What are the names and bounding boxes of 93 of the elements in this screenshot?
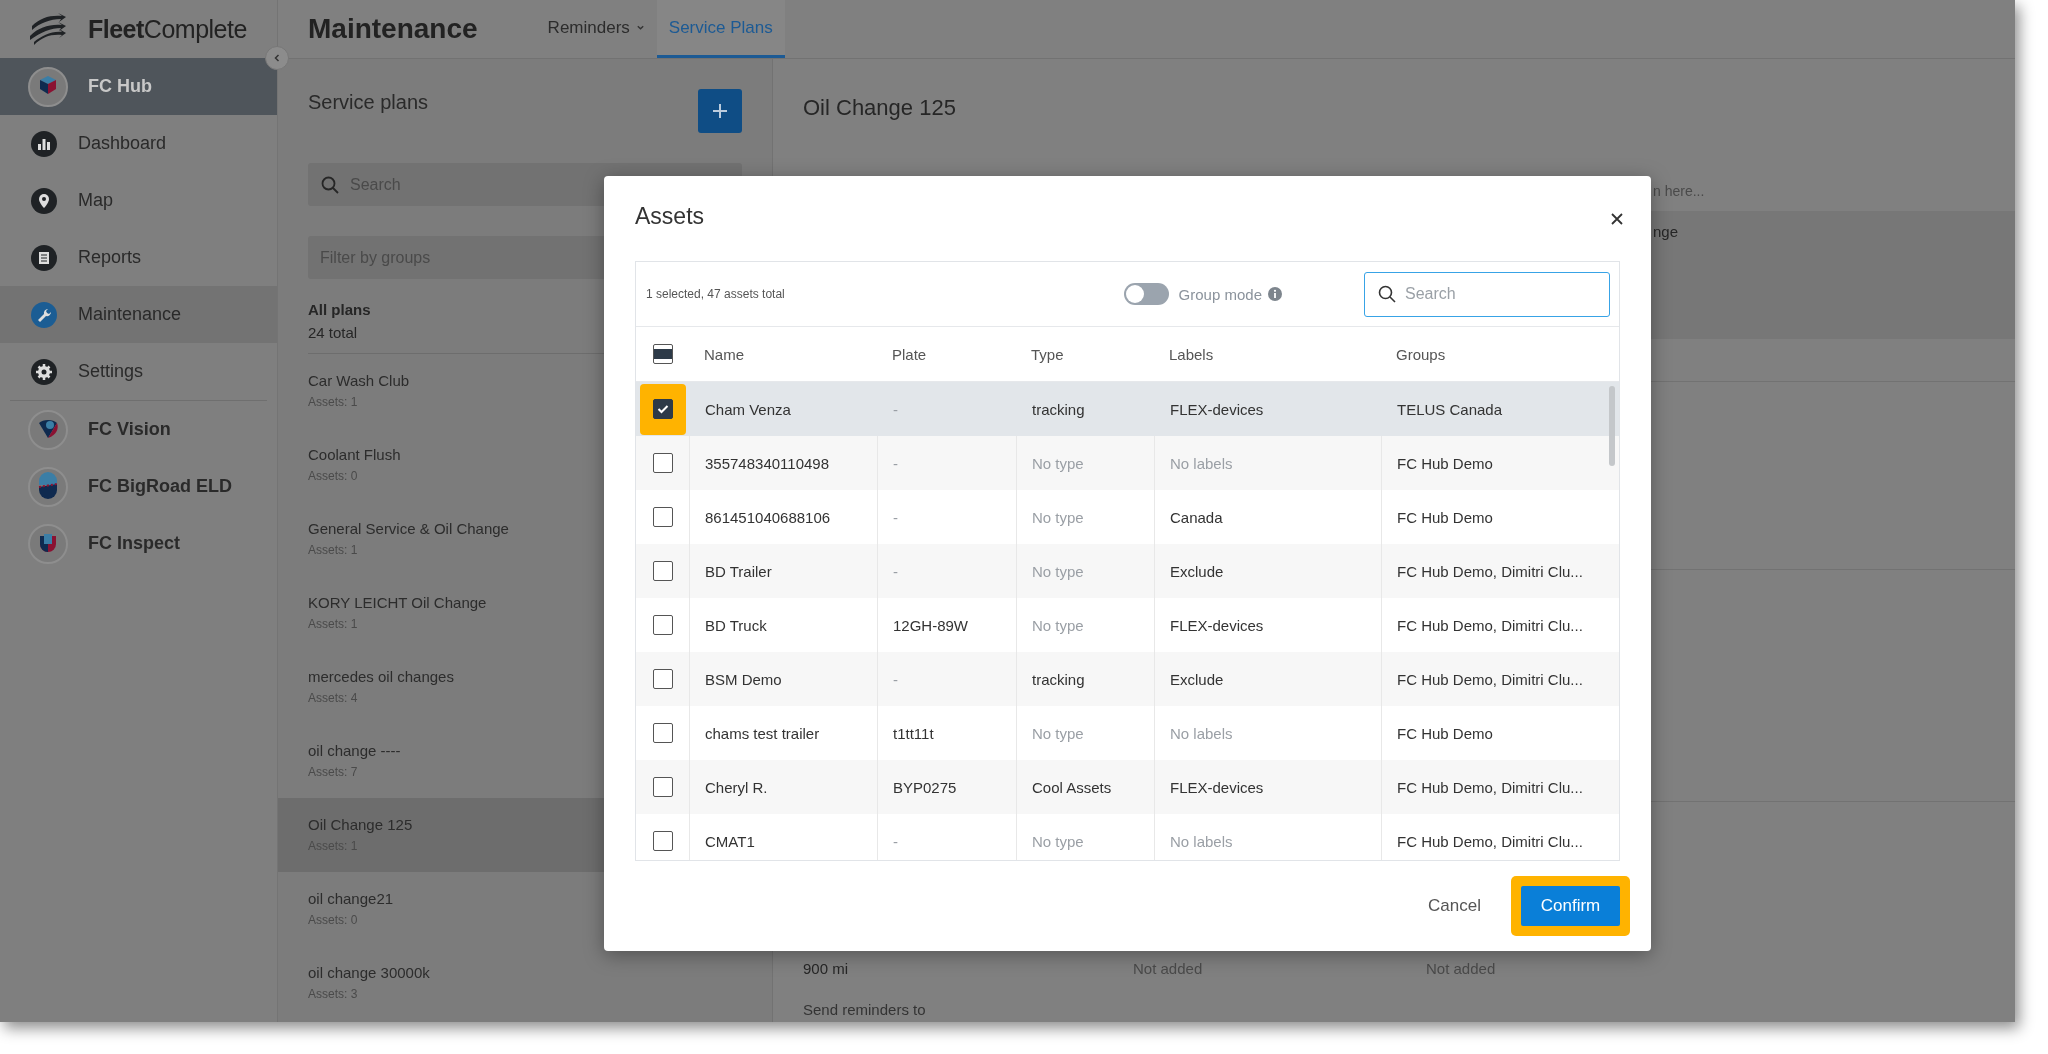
panel-title: Service plans: [308, 91, 429, 114]
table-cell: FC Hub Demo, Dimitri Clu...: [1381, 652, 1606, 706]
band-text: nge: [1653, 223, 1679, 240]
table-cell-text: Cham Venza: [704, 399, 792, 420]
plus-icon: [711, 102, 729, 120]
tab[interactable]: Service Plans: [656, 0, 785, 58]
sidebar-item[interactable]: FC BigRoad ELD: [0, 458, 277, 515]
document-icon: [30, 243, 58, 272]
close-icon: [1610, 211, 1624, 226]
sidebar-item[interactable]: FC Vision: [0, 401, 277, 458]
app-logo-icon: [28, 409, 68, 450]
info-icon[interactable]: [1268, 287, 1282, 301]
plan-title: Oil Change 125: [803, 95, 957, 122]
row-checkbox[interactable]: [652, 399, 673, 419]
table-cell: No type: [1016, 814, 1154, 860]
column-header: Name: [703, 345, 745, 363]
sidebar-item[interactable]: Map: [0, 172, 277, 229]
sidebar-item[interactable]: Dashboard: [0, 115, 277, 172]
table-cell: No labels: [1154, 814, 1381, 860]
table-cell: FC Hub Demo, Dimitri Clu...: [1381, 544, 1606, 598]
sidebar-item[interactable]: FC Inspect: [0, 515, 277, 572]
app-logo-icon: [28, 523, 68, 564]
table-cell: FC Hub Demo: [1381, 436, 1606, 490]
row-checkbox[interactable]: [652, 777, 673, 797]
cancel-button[interactable]: Cancel: [1412, 886, 1497, 926]
table-cell: -: [877, 652, 1016, 706]
add-button[interactable]: [698, 89, 742, 133]
dialog-title: Assets: [635, 203, 705, 230]
table-cell: Cool Assets: [1016, 760, 1154, 814]
table-row[interactable]: BD Trailer - No type Exclude FC Hub Demo, Dimitri Clu...: [636, 544, 1619, 598]
table-cell: 355748340110498: [689, 436, 877, 490]
bar-chart-icon: [30, 129, 58, 158]
row-checkbox[interactable]: [652, 831, 673, 851]
sidebar-item[interactable]: Settings: [0, 343, 277, 400]
row-checkbox[interactable]: [652, 561, 673, 581]
table-cell: FLEX-devices: [1154, 760, 1381, 814]
table-cell-text: tracking: [1031, 399, 1086, 420]
tab[interactable]: Reminders: [535, 0, 657, 58]
table-cell: No type: [1016, 436, 1154, 490]
table-cell: -: [877, 814, 1016, 860]
scrollbar-thumb[interactable]: [1609, 386, 1615, 466]
table-cell: Exclude: [1154, 652, 1381, 706]
table-row[interactable]: 355748340110498 - No type No labels FC Hub Demo: [636, 436, 1619, 490]
table-cell-text: -: [892, 399, 899, 420]
row-checkbox[interactable]: [652, 615, 673, 635]
search-field[interactable]: Search: [1364, 271, 1610, 317]
table-cell: Cheryl R.: [689, 760, 877, 814]
table-cell: BSM Demo: [689, 652, 877, 706]
table-cell: FC Hub Demo, Dimitri Clu...: [1381, 814, 1606, 860]
row-checkbox[interactable]: [652, 507, 673, 527]
confirm-button[interactable]: Confirm: [1521, 886, 1620, 926]
list-heading: All plans: [308, 301, 372, 318]
group-mode-toggle[interactable]: [1123, 283, 1169, 305]
table-cell: No type: [1016, 544, 1154, 598]
table-cell: -: [877, 436, 1016, 490]
section-label: Send reminders to: [803, 1001, 927, 1018]
page-title: Maintenance: [308, 13, 478, 45]
table-row[interactable]: BSM Demo - tracking Exclude FC Hub Demo, Dimitri Clu...: [636, 652, 1619, 706]
table-cell-text: TELUS Canada: [1396, 399, 1504, 420]
table-row[interactable]: Cheryl R. BYP0275 Cool Assets FLEX-devices FC Hub Demo, Dimitri Clu...: [636, 760, 1619, 814]
map-pin-icon: [30, 186, 58, 215]
app-logo-icon: [28, 66, 68, 107]
table-cell: BD Trailer: [689, 544, 877, 598]
table-cell: tracking: [1016, 652, 1154, 706]
interval-value: 900 mi: [803, 960, 850, 977]
table-cell: BYP0275: [877, 760, 1016, 814]
column-header: Type: [1030, 345, 1065, 363]
sidebar-item[interactable]: Reports: [0, 229, 277, 286]
app-logo-icon: [28, 466, 68, 507]
table-row[interactable]: Cham Venza - tracking FLEX-devices TELUS Canada: [636, 382, 1619, 436]
row-checkbox[interactable]: [652, 723, 673, 743]
column-header: Plate: [891, 345, 928, 363]
total-count: 24 total: [308, 324, 359, 341]
select-all-checkbox[interactable]: [652, 344, 673, 364]
table-cell-text: FLEX-devices: [1169, 399, 1265, 420]
column-header: Labels: [1168, 345, 1215, 363]
table-cell: No labels: [1154, 436, 1381, 490]
wrench-icon: [30, 300, 58, 329]
sidebar-item[interactable]: Maintenance: [0, 286, 277, 343]
column-header: Groups: [1395, 345, 1447, 363]
table-cell: FC Hub Demo, Dimitri Clu...: [1381, 760, 1606, 814]
sidebar-item[interactable]: FC Hub: [0, 58, 277, 115]
row-checkbox[interactable]: [652, 669, 673, 689]
row-checkbox[interactable]: [652, 453, 673, 473]
table-cell: Exclude: [1154, 544, 1381, 598]
search-icon: [320, 174, 340, 195]
gear-icon: [30, 357, 58, 386]
brand-wordmark: FleetComplete: [88, 14, 247, 44]
toggle-label: Group mode: [1178, 285, 1262, 303]
selection-summary: 1 selected, 47 assets total: [646, 287, 786, 301]
search-icon: [1377, 284, 1397, 304]
table-cell: -: [877, 544, 1016, 598]
chevron-icon: [272, 53, 282, 63]
